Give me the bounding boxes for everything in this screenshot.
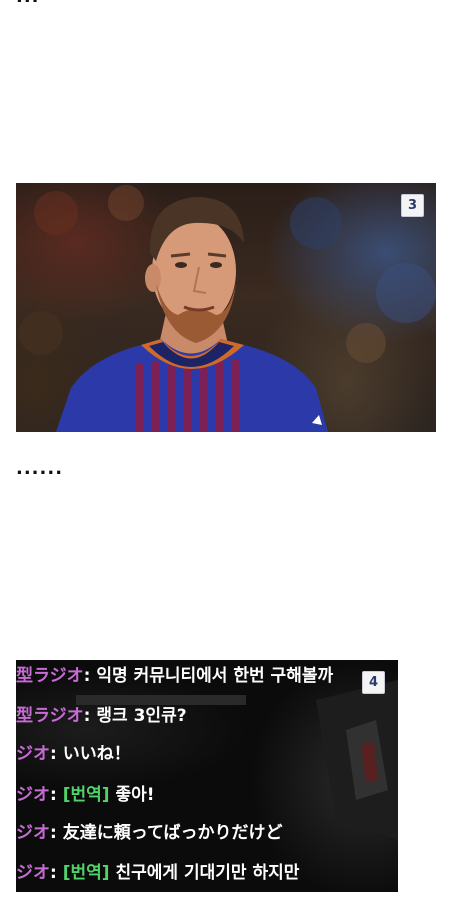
- chat-message: 익명 커뮤니티에서 한번 구해볼까: [96, 666, 334, 686]
- translation-tag: [번역]: [62, 785, 110, 805]
- chat-colon: :: [83, 706, 91, 726]
- chat-message: 친구에게 기대기만 하지만: [115, 863, 300, 883]
- chat-line: 型ラジオ: 랭크 3인큐?: [16, 706, 187, 726]
- chat-speaker: ジオ: [16, 823, 50, 843]
- chat-line: ジオ: 友達に頼ってばっかりだけど: [16, 823, 283, 843]
- chat-line: ジオ: [번역] 친구에게 기대기만 하지만: [16, 863, 299, 883]
- chat-colon: :: [83, 666, 91, 686]
- ellipsis-text-middle: ......: [16, 458, 64, 479]
- chat-speaker: ジオ: [16, 785, 50, 805]
- chat-screenshot: 型ラジオ: 익명 커뮤니티에서 한번 구해볼까 型ラジオ: 랭크 3인큐? ジオ…: [16, 660, 398, 892]
- chat-speaker: 型ラジオ: [16, 706, 84, 726]
- chat-line: ジオ: [번역] 좋아!: [16, 785, 155, 805]
- chat-message: 좋아!: [115, 785, 155, 805]
- chat-message: 友達に頼ってばっかりだけど: [62, 823, 283, 843]
- chat-background-art: [76, 680, 398, 840]
- chat-speaker: 型ラジオ: [16, 666, 84, 686]
- chat-line: 型ラジオ: 익명 커뮤니티에서 한번 구해볼까: [16, 666, 333, 686]
- chat-speaker: ジオ: [16, 863, 50, 883]
- chat-message: いいね！: [62, 744, 131, 764]
- image-number-badge: 3: [401, 194, 424, 217]
- chat-colon: :: [50, 744, 57, 764]
- chat-speaker: ジオ: [16, 744, 50, 764]
- player-illustration: [19, 185, 436, 432]
- player-photo: [16, 183, 436, 432]
- chat-colon: :: [50, 785, 57, 805]
- translation-tag: [번역]: [62, 863, 110, 883]
- image-number-badge: 4: [362, 671, 385, 694]
- chat-colon: :: [50, 863, 57, 883]
- chat-colon: :: [50, 823, 57, 843]
- ellipsis-text-top: ...: [16, 0, 40, 7]
- chat-message: 랭크 3인큐?: [96, 706, 187, 726]
- chat-line: ジオ: いいね！: [16, 744, 131, 764]
